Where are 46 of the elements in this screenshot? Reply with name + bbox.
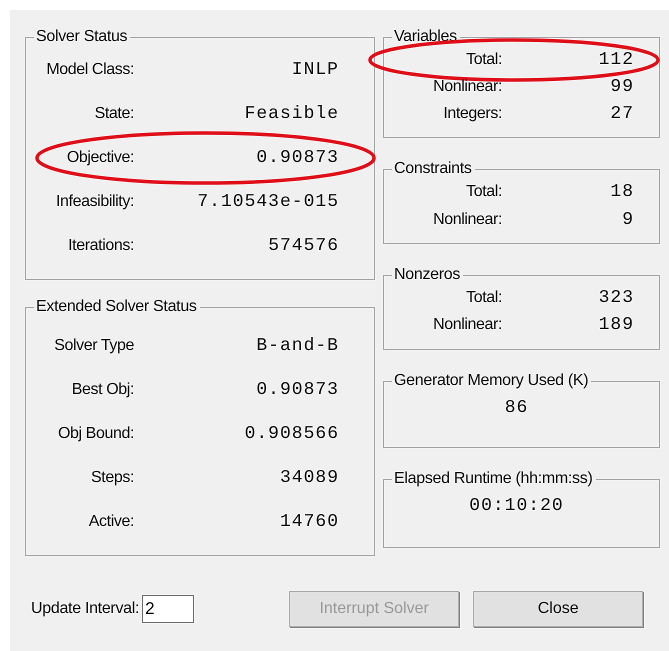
group-title: Solver Status bbox=[35, 28, 128, 46]
memory-value: 86 bbox=[504, 398, 528, 418]
field-label: Active: bbox=[88, 513, 134, 531]
field-value: INLP bbox=[292, 60, 339, 80]
field-label: State: bbox=[94, 105, 134, 123]
field-value: 189 bbox=[598, 314, 634, 334]
field-label: Total: bbox=[465, 183, 502, 201]
group-title: Generator Memory Used (K) bbox=[393, 372, 590, 390]
field-label: Model Class: bbox=[45, 61, 134, 79]
field-value: 0.90873 bbox=[256, 148, 339, 168]
field-value: 323 bbox=[598, 288, 634, 308]
field-label: Nonlinear: bbox=[432, 316, 502, 334]
field-value: 14760 bbox=[280, 512, 339, 532]
field-value: 0.90873 bbox=[256, 380, 339, 400]
field-value: B-and-B bbox=[256, 336, 339, 356]
group-title: Variables bbox=[393, 28, 458, 46]
field-label: Total: bbox=[465, 50, 502, 68]
field-label: Objective: bbox=[66, 149, 134, 167]
field-label: Obj Bound: bbox=[56, 425, 134, 443]
runtime-value: 00:10:20 bbox=[469, 496, 564, 516]
field-value: 34089 bbox=[280, 468, 339, 488]
update-interval-field[interactable]: 2 bbox=[142, 595, 194, 623]
update-interval-label: Update Interval: bbox=[31, 600, 140, 618]
field-label: Nonlinear: bbox=[432, 211, 502, 229]
group-title: Nonzeros bbox=[393, 266, 462, 284]
field-label: Solver Type bbox=[53, 337, 134, 355]
field-value: 112 bbox=[598, 50, 634, 70]
field-value: 27 bbox=[610, 104, 634, 124]
group-title: Elapsed Runtime (hh:mm:ss) bbox=[393, 470, 594, 488]
field-value: 99 bbox=[610, 76, 634, 96]
close-button[interactable]: Close bbox=[473, 591, 644, 627]
group-title: Extended Solver Status bbox=[35, 298, 198, 316]
group-title: Constraints bbox=[393, 160, 473, 178]
field-value: 0.908566 bbox=[244, 424, 339, 444]
field-value: 574576 bbox=[268, 236, 339, 256]
field-value: 9 bbox=[622, 210, 634, 230]
field-label: Nonlinear: bbox=[432, 78, 502, 96]
field-label: Total: bbox=[465, 288, 502, 306]
field-label: Best Obj: bbox=[70, 381, 134, 399]
field-label: Iterations: bbox=[67, 237, 134, 255]
field-value: Feasible bbox=[244, 104, 339, 124]
field-label: Steps: bbox=[90, 469, 134, 487]
field-value: 18 bbox=[610, 182, 634, 202]
field-value: 7.10543e-015 bbox=[197, 192, 339, 212]
field-label: Infeasibility: bbox=[55, 193, 134, 211]
field-label: Integers: bbox=[442, 104, 502, 122]
